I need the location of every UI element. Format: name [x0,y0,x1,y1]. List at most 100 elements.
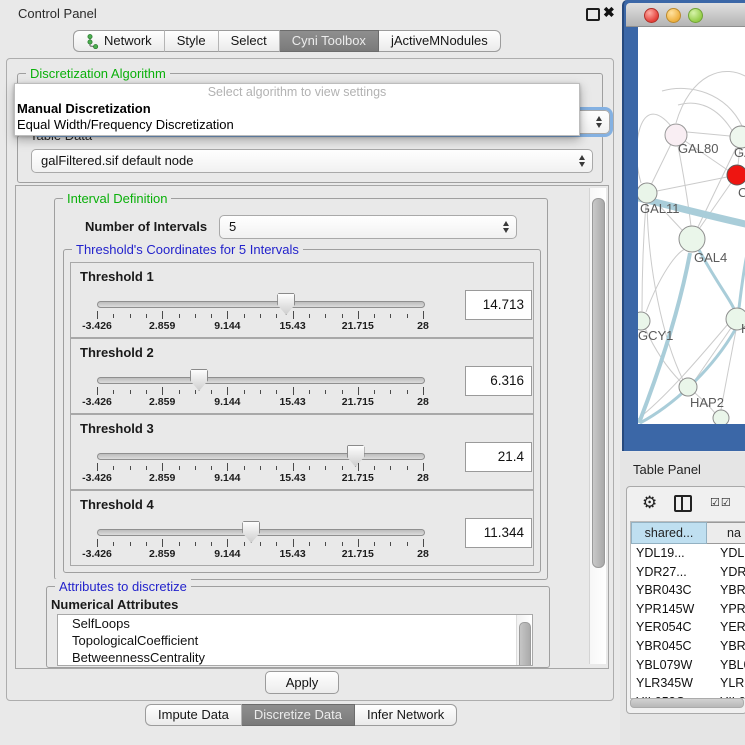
slider-track[interactable] [97,453,425,460]
attribute-item-selfloops[interactable]: SelfLoops [58,615,532,632]
tick-mark [390,390,391,394]
network-canvas[interactable]: GAL80GACGAL11GAL4GCY1HHAP2 [638,27,745,424]
tick-mark [130,466,131,470]
tick-mark [211,542,212,546]
scrollbar-thumb[interactable] [519,622,531,666]
slider-track[interactable] [97,301,425,308]
attribute-item-betweennesscentrality[interactable]: BetweennessCentrality [58,649,532,666]
tick-label: 21.715 [342,548,374,560]
slider-track[interactable] [97,529,425,536]
control-panel-window: Control Panel ✖ NetworkStyleSelectCyni T… [0,0,620,745]
threshold-value-box[interactable]: 6.316 [465,366,532,396]
tick-mark [423,311,424,319]
column-header-name[interactable]: na [707,522,745,544]
table-rows: YDL19...YDL19YDR27...YDR27YBR043CYBR04YP… [631,544,745,699]
table-row[interactable]: YDR27...YDR27 [631,563,745,582]
tick-mark [293,311,294,319]
bottom-tab-strip: Impute DataDiscretize DataInfer Network [145,704,457,726]
checkbox-icons[interactable]: ☑☑ [710,496,732,509]
close-icon[interactable]: ✖ [603,4,615,21]
close-traffic-light-icon[interactable] [644,8,659,23]
tick-mark [244,390,245,394]
tick-mark [390,542,391,546]
table-row[interactable]: YDL19...YDL19 [631,544,745,563]
tick-label: -3.426 [82,472,112,484]
tick-mark [342,390,343,394]
interval-definition-group: Interval Definition Number of Intervals … [54,198,548,580]
threshold-value-box[interactable]: 21.4 [465,442,532,472]
tab-network[interactable]: Network [73,30,165,52]
gear-icon[interactable]: ⚙ [642,493,657,513]
settings-scrollpane: Interval Definition Number of Intervals … [15,185,609,669]
algorithm-option-manual-discretization[interactable]: Manual Discretization [15,101,579,117]
tick-mark [358,387,359,395]
table-row[interactable]: YBR043CYBR04 [631,581,745,600]
tick-label: 9.144 [214,320,240,332]
tab-infer-network[interactable]: Infer Network [355,704,457,726]
table-row[interactable]: YBR045CYBR04 [631,637,745,656]
tab-discretize-data[interactable]: Discretize Data [242,704,355,726]
attribute-item-topologicalcoefficient[interactable]: TopologicalCoefficient [58,632,532,649]
tab-label: jActiveMNodules [391,31,488,51]
tick-mark [342,542,343,546]
tick-mark [325,466,326,470]
tick-mark [97,463,98,471]
tick-label: -3.426 [82,320,112,332]
algorithm-option-equal-width-frequency-discretization[interactable]: Equal Width/Frequency Discretization [15,117,579,133]
number-of-intervals-combobox[interactable]: 5 [219,215,517,239]
tick-mark [162,387,163,395]
tick-mark [325,542,326,546]
tick-mark [358,311,359,319]
tick-label: -3.426 [82,396,112,408]
horizontal-scrollbar[interactable] [630,698,744,708]
network-node-c[interactable] [727,165,745,185]
table-row[interactable]: YLR345WYLR34 [631,674,745,693]
tick-mark [276,466,277,470]
slider-tick-labels: -3.4262.8599.14415.4321.71528 [97,472,423,484]
tick-mark [113,390,114,394]
list-scrollbar[interactable] [516,615,531,665]
scrollbar-thumb[interactable] [592,198,605,568]
tick-label: 15.43 [279,472,305,484]
numerical-attributes-list[interactable]: SelfLoopsTopologicalCoefficientBetweenne… [57,614,533,666]
threshold-value-box[interactable]: 11.344 [465,518,532,548]
table-data-combobox[interactable]: galFiltered.sif default node [31,149,593,173]
tick-mark [407,390,408,394]
float-window-icon[interactable] [586,8,600,21]
tick-mark [374,542,375,546]
tab-cyni-toolbox[interactable]: Cyni Toolbox [280,30,379,52]
tick-mark [146,390,147,394]
tick-mark [195,390,196,394]
threshold-value-box[interactable]: 14.713 [465,290,532,320]
tick-label: 28 [417,320,429,332]
network-node-gal11[interactable] [638,183,657,203]
column-header-shared-name[interactable]: shared... [631,522,707,544]
network-node-hap2[interactable] [679,378,697,396]
tick-label: 9.144 [214,396,240,408]
node-table: shared... na YDL19...YDL19YDR27...YDR27Y… [630,521,745,699]
tab-style[interactable]: Style [165,30,219,52]
minimize-traffic-light-icon[interactable] [666,8,681,23]
network-window-titlebar[interactable] [626,3,745,27]
table-row[interactable]: YPR145WYPR14 [631,600,745,619]
column-view-icon[interactable] [674,495,692,512]
table-panel: Table Panel ⚙ ☑☑ shared... na YDL19...YD… [620,452,745,745]
tick-mark [374,466,375,470]
zoom-traffic-light-icon[interactable] [688,8,703,23]
cell-name: YBR04 [710,637,745,656]
vertical-scrollbar[interactable] [589,188,606,664]
network-node[interactable] [713,410,729,424]
slider-tick-labels: -3.4262.8599.14415.4321.71528 [97,396,423,408]
node-label-gal4: GAL4 [694,250,727,265]
tab-impute-data[interactable]: Impute Data [145,704,242,726]
network-node-gal4[interactable] [679,226,705,252]
table-header-row: shared... na [631,522,745,544]
slider-track[interactable] [97,377,425,384]
tick-mark [244,466,245,470]
table-row[interactable]: YER054CYER05 [631,618,745,637]
cell-shared-name: YER054C [631,618,710,637]
apply-button[interactable]: Apply [265,671,339,694]
tab-select[interactable]: Select [219,30,280,52]
table-row[interactable]: YBL079WYBL07 [631,656,745,675]
tab-jactivemnodules[interactable]: jActiveMNodules [379,30,501,52]
